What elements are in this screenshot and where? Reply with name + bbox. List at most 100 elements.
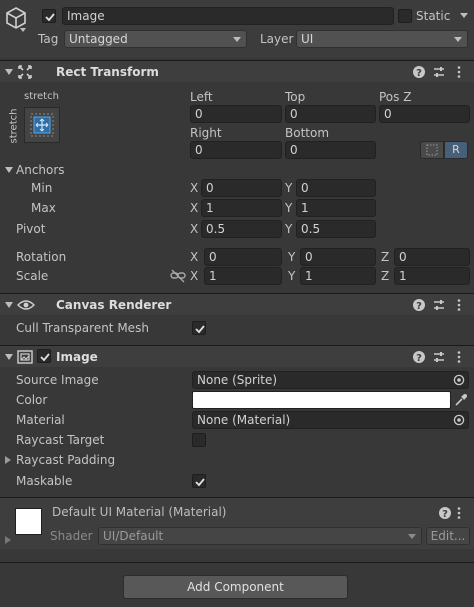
axis-x-label: X bbox=[190, 269, 199, 283]
help-icon[interactable]: ? bbox=[438, 506, 452, 520]
presets-icon[interactable] bbox=[432, 298, 446, 312]
shader-dropdown[interactable]: UI/Default bbox=[98, 527, 422, 545]
anchor-max-y-field[interactable]: 1 bbox=[296, 199, 376, 217]
active-toggle[interactable] bbox=[42, 9, 56, 23]
presets-icon[interactable] bbox=[432, 350, 446, 364]
divider bbox=[0, 562, 474, 563]
object-picker-icon[interactable] bbox=[453, 414, 465, 426]
static-toggle[interactable] bbox=[398, 9, 412, 23]
axis-y-label: Y bbox=[285, 201, 293, 215]
gameobject-header: Image Static Tag Untagged Layer UI bbox=[0, 0, 474, 58]
rect-transform-icon bbox=[18, 65, 32, 79]
svg-text:?: ? bbox=[416, 68, 422, 79]
rotation-x-field[interactable]: 0 bbox=[204, 248, 282, 266]
axis-y-label: Y bbox=[288, 250, 296, 264]
blueprint-mode-button[interactable] bbox=[420, 141, 444, 159]
svg-text:?: ? bbox=[416, 353, 422, 364]
presets-icon[interactable] bbox=[432, 65, 446, 79]
anchors-foldout-icon[interactable] bbox=[5, 167, 13, 173]
source-image-field[interactable]: None (Sprite) bbox=[192, 371, 469, 389]
source-image-value: None (Sprite) bbox=[197, 373, 278, 387]
posz-field[interactable]: 0 bbox=[379, 105, 470, 123]
maskable-checkbox[interactable] bbox=[192, 474, 206, 488]
rotation-z-field[interactable]: 0 bbox=[394, 248, 470, 266]
canvas-renderer-header[interactable]: Canvas Renderer ? bbox=[0, 293, 474, 315]
static-label: Static bbox=[416, 9, 451, 23]
kebab-menu-icon[interactable] bbox=[452, 506, 466, 520]
min-label: Min bbox=[31, 181, 53, 195]
edit-shader-button[interactable]: Edit... bbox=[426, 527, 470, 545]
foldout-arrow-icon[interactable] bbox=[5, 302, 13, 308]
eyedropper-icon[interactable] bbox=[454, 393, 468, 407]
blueprint-icon bbox=[426, 144, 438, 156]
anchor-min-x-field[interactable]: 0 bbox=[201, 179, 282, 197]
scale-y-field[interactable]: 1 bbox=[300, 267, 376, 285]
bottom-field[interactable]: 0 bbox=[285, 141, 376, 159]
scale-x-field[interactable]: 1 bbox=[204, 267, 282, 285]
axis-z-label: Z bbox=[381, 269, 390, 283]
object-picker-icon[interactable] bbox=[453, 374, 465, 386]
anchor-min-y-field[interactable]: 0 bbox=[296, 179, 376, 197]
kebab-menu-icon[interactable] bbox=[452, 65, 466, 79]
material-foldout-icon[interactable] bbox=[5, 536, 11, 544]
shader-label: Shader bbox=[50, 529, 93, 543]
kebab-menu-icon[interactable] bbox=[452, 350, 466, 364]
left-field[interactable]: 0 bbox=[190, 105, 282, 123]
layer-dropdown[interactable]: UI bbox=[296, 30, 468, 48]
axis-y-label: Y bbox=[285, 222, 293, 236]
max-label: Max bbox=[31, 201, 56, 215]
gameobject-icon-dropdown[interactable] bbox=[20, 28, 26, 32]
raycast-padding-foldout-icon[interactable] bbox=[5, 456, 11, 464]
scale-z-field[interactable]: 1 bbox=[394, 267, 470, 285]
rotation-y-field[interactable]: 0 bbox=[300, 248, 376, 266]
bottom-label: Bottom bbox=[285, 126, 330, 140]
shader-value: UI/Default bbox=[103, 529, 164, 543]
layer-label: Layer bbox=[260, 32, 294, 46]
component-title: Canvas Renderer bbox=[56, 298, 172, 312]
material-field[interactable]: None (Material) bbox=[192, 411, 469, 429]
pivot-label: Pivot bbox=[16, 222, 46, 236]
left-label: Left bbox=[190, 90, 213, 104]
anchor-max-x-field[interactable]: 1 bbox=[201, 199, 282, 217]
help-icon[interactable]: ? bbox=[412, 350, 426, 364]
axis-z-label: Z bbox=[381, 250, 390, 264]
add-component-button[interactable]: Add Component bbox=[123, 575, 348, 599]
constrain-proportions-icon[interactable] bbox=[170, 269, 186, 283]
anchor-preset-h-label: stretch bbox=[24, 91, 59, 102]
tag-value: Untagged bbox=[69, 32, 128, 46]
component-title: Rect Transform bbox=[56, 65, 159, 79]
image-enabled-toggle[interactable] bbox=[37, 349, 51, 363]
raycast-target-checkbox[interactable] bbox=[192, 433, 206, 447]
axis-x-label: X bbox=[190, 201, 199, 215]
tag-dropdown[interactable]: Untagged bbox=[64, 30, 247, 48]
axis-x-label: X bbox=[190, 222, 199, 236]
gameobject-name-input[interactable]: Image bbox=[62, 7, 394, 25]
static-dropdown-icon[interactable] bbox=[460, 13, 468, 18]
material-title: Default UI Material (Material) bbox=[52, 505, 227, 519]
chevron-down-icon bbox=[408, 534, 416, 539]
help-icon[interactable]: ? bbox=[412, 65, 426, 79]
raw-edit-button[interactable]: R bbox=[444, 141, 468, 159]
source-image-label: Source Image bbox=[16, 373, 99, 387]
top-label: Top bbox=[285, 90, 306, 104]
svg-text:?: ? bbox=[416, 301, 422, 312]
axis-x-label: X bbox=[190, 181, 199, 195]
rect-transform-header[interactable]: Rect Transform ? bbox=[0, 60, 474, 82]
material-section: Default UI Material (Material) Shader UI… bbox=[0, 497, 474, 549]
pivot-y-field[interactable]: 0.5 bbox=[296, 220, 376, 238]
foldout-arrow-icon[interactable] bbox=[5, 69, 13, 75]
image-component-header[interactable]: Image ? bbox=[0, 345, 474, 367]
color-label: Color bbox=[16, 393, 48, 407]
image-icon bbox=[17, 350, 33, 364]
top-field[interactable]: 0 bbox=[285, 105, 376, 123]
foldout-arrow-icon[interactable] bbox=[5, 354, 13, 360]
material-label: Material bbox=[16, 413, 65, 427]
gameobject-cube-icon bbox=[4, 6, 28, 30]
pivot-x-field[interactable]: 0.5 bbox=[201, 220, 282, 238]
help-icon[interactable]: ? bbox=[412, 298, 426, 312]
anchor-presets-button[interactable] bbox=[24, 107, 60, 143]
right-field[interactable]: 0 bbox=[190, 141, 282, 159]
kebab-menu-icon[interactable] bbox=[452, 298, 466, 312]
cull-transparent-mesh-checkbox[interactable] bbox=[192, 321, 206, 335]
color-field[interactable] bbox=[192, 391, 451, 409]
